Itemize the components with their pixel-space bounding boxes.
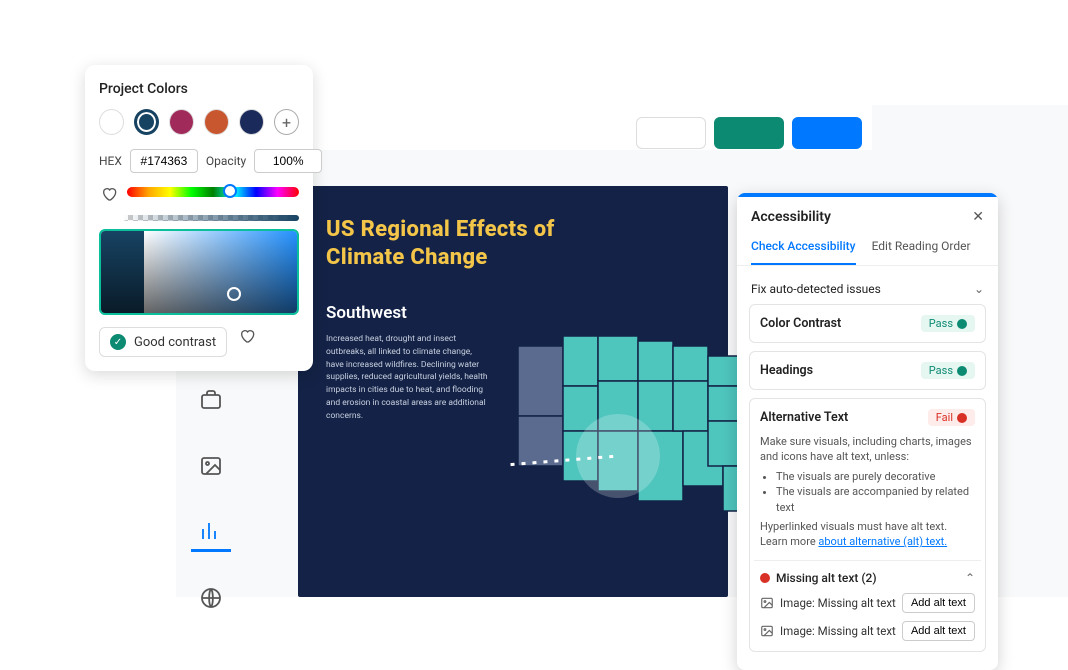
image-icon xyxy=(199,454,223,478)
check-name: Alternative Text xyxy=(760,410,848,425)
image-icon xyxy=(760,624,774,638)
missing-alt-item: Image: Missing alt text Add alt text xyxy=(760,593,975,613)
hue-row xyxy=(99,183,299,205)
fail-icon xyxy=(957,413,967,423)
sidebar-maps[interactable] xyxy=(191,578,231,618)
missing-alt-header[interactable]: Missing alt text (2) ⌃ xyxy=(760,571,975,585)
check-name: Color Contrast xyxy=(760,316,841,331)
opacity-label: Opacity xyxy=(206,154,246,168)
hex-input[interactable] xyxy=(130,149,198,173)
pass-icon xyxy=(957,319,967,329)
hex-opacity-row: HEX Opacity xyxy=(99,149,299,173)
heart-icon xyxy=(101,186,117,202)
favorite-color-button[interactable] xyxy=(99,184,119,204)
alt-bullet-1: The visuals are purely decorative xyxy=(776,469,975,484)
fix-issues-toggle[interactable]: Fix auto-detected issues ⌄ xyxy=(749,276,986,304)
fix-issues-label: Fix auto-detected issues xyxy=(751,282,881,296)
add-alt-text-button[interactable]: Add alt text xyxy=(902,593,975,613)
check-alt-text: Alternative Text Fail Make sure visuals,… xyxy=(749,398,986,652)
slide-title: US Regional Effects of Climate Change xyxy=(326,216,700,271)
opacity-input[interactable] xyxy=(254,149,322,173)
slide-body-text: Increased heat, drought and insect outbr… xyxy=(326,333,491,422)
saturation-lightness-picker[interactable] xyxy=(99,229,299,315)
accessibility-panel: Accessibility ✕ Check Accessibility Edit… xyxy=(737,193,998,670)
badge-text: Pass xyxy=(929,317,953,330)
alt-text-description: Make sure visuals, including charts, ima… xyxy=(760,434,975,550)
swatch-add[interactable]: + xyxy=(274,109,299,135)
swatch-darkblue[interactable] xyxy=(239,109,264,135)
swatch-navy[interactable] xyxy=(134,109,159,135)
tab-check-accessibility[interactable]: Check Accessibility xyxy=(751,233,856,265)
check-color-contrast[interactable]: Color Contrast Pass xyxy=(749,304,986,343)
swatch-orange[interactable] xyxy=(204,109,229,135)
image-icon xyxy=(760,596,774,610)
a11y-header: Accessibility ✕ xyxy=(737,197,998,233)
status-badge: Pass xyxy=(921,362,975,379)
add-alt-text-button[interactable]: Add alt text xyxy=(902,621,975,641)
close-button[interactable]: ✕ xyxy=(972,209,984,225)
color-panel-title: Project Colors xyxy=(99,81,299,97)
color-panel: Project Colors + HEX Opacity Good contra… xyxy=(85,65,313,371)
status-badge: Fail xyxy=(928,409,975,426)
contrast-chip: Good contrast xyxy=(99,327,227,357)
color-swatch-row: + xyxy=(99,109,299,135)
hue-slider[interactable] xyxy=(127,187,299,197)
check-icon xyxy=(110,334,126,350)
tab-reading-order[interactable]: Edit Reading Order xyxy=(872,233,971,265)
pass-icon xyxy=(957,366,967,376)
swatch-magenta[interactable] xyxy=(169,109,194,135)
contrast-label: Good contrast xyxy=(134,335,216,350)
chart-icon xyxy=(199,519,223,543)
toolbar-button-primary[interactable] xyxy=(792,117,862,149)
alpha-slider[interactable] xyxy=(123,215,299,221)
missing-alt-label: Missing alt text (2) xyxy=(776,571,877,585)
status-badge: Pass xyxy=(921,315,975,332)
slide-title-line2: Climate Change xyxy=(326,245,488,270)
slide-title-line1: US Regional Effects of xyxy=(326,217,555,242)
fail-icon xyxy=(760,573,770,583)
favorite-contrast-button[interactable] xyxy=(237,326,257,346)
a11y-title: Accessibility xyxy=(751,209,831,225)
alpha-row xyxy=(99,215,299,221)
left-sidebar xyxy=(176,380,246,618)
sidebar-charts[interactable] xyxy=(191,512,231,552)
badge-text: Pass xyxy=(929,364,953,377)
alt-bullet-2: The visuals are accompanied by related t… xyxy=(776,484,975,515)
chevron-up-icon: ⌃ xyxy=(965,571,975,585)
toolbar-button-share[interactable] xyxy=(714,117,784,149)
hue-thumb[interactable] xyxy=(223,184,237,198)
badge-text: Fail xyxy=(936,411,953,424)
chevron-down-icon: ⌄ xyxy=(974,282,984,296)
toolbar-actions xyxy=(636,117,862,149)
divider xyxy=(754,560,981,561)
close-icon: ✕ xyxy=(972,209,984,225)
learn-prefix: Learn more xyxy=(760,535,818,548)
hex-label: HEX xyxy=(99,154,122,168)
plus-icon: + xyxy=(282,113,291,132)
check-headings[interactable]: Headings Pass xyxy=(749,351,986,390)
learn-more-link[interactable]: about alternative (alt) text. xyxy=(818,535,947,548)
briefcase-icon xyxy=(199,388,223,412)
missing-item-label: Image: Missing alt text xyxy=(780,624,896,638)
slide-canvas[interactable]: US Regional Effects of Climate Change So… xyxy=(298,186,728,597)
missing-alt-item: Image: Missing alt text Add alt text xyxy=(760,621,975,641)
alt-desc-intro: Make sure visuals, including charts, ima… xyxy=(760,435,972,463)
check-name: Headings xyxy=(760,363,813,378)
a11y-body: Fix auto-detected issues ⌄ Color Contras… xyxy=(737,266,998,670)
sidebar-templates[interactable] xyxy=(191,380,231,420)
globe-icon xyxy=(199,586,223,610)
swatch-white[interactable] xyxy=(99,109,124,135)
missing-item-label: Image: Missing alt text xyxy=(780,596,896,610)
toolbar-button-secondary[interactable] xyxy=(636,117,706,149)
heart-icon xyxy=(239,328,255,344)
sl-cursor[interactable] xyxy=(227,287,241,301)
alt-linked-rule: Hyperlinked visuals must have alt text. xyxy=(760,519,975,534)
sidebar-photos[interactable] xyxy=(191,446,231,486)
a11y-tabs: Check Accessibility Edit Reading Order xyxy=(737,233,998,266)
